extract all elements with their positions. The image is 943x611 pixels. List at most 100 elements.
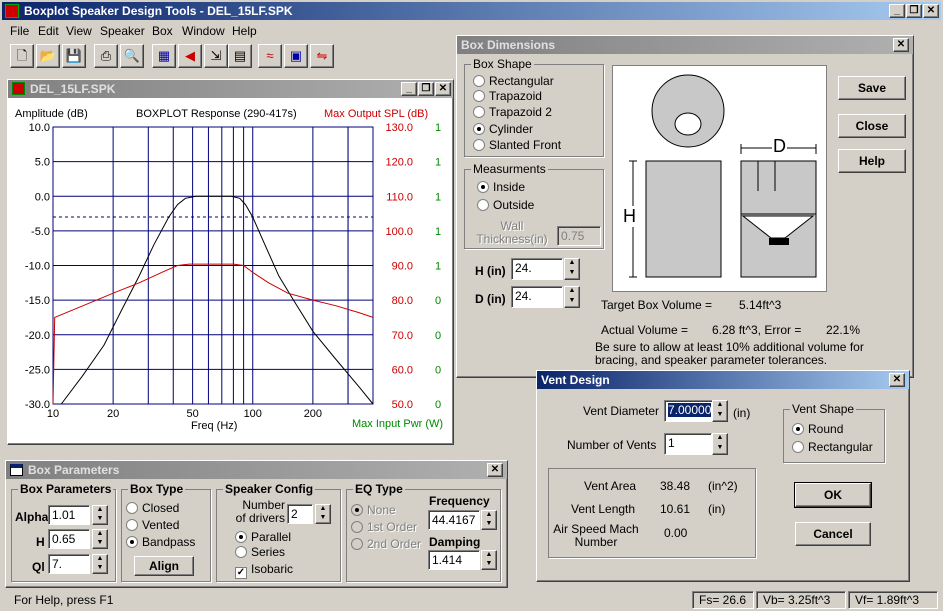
vent-count-spinner[interactable]: ▲ ▼ — [712, 433, 728, 455]
spin-up-icon[interactable]: ▲ — [713, 434, 727, 444]
radio-selected-icon — [351, 504, 363, 516]
meas-inside[interactable]: Inside — [477, 180, 525, 194]
graph-minimize-icon[interactable]: _ — [401, 82, 417, 96]
spin-down-icon[interactable]: ▼ — [482, 520, 496, 529]
speaker-config-group-label: Speaker Config — [223, 482, 316, 496]
box-type-group: Box Type Closed Vented Bandpass Align — [121, 482, 211, 582]
print-icon[interactable]: ⎙ — [94, 44, 118, 68]
ql-spinner[interactable]: ▲ ▼ — [92, 554, 108, 574]
spin-up-icon[interactable]: ▲ — [713, 401, 727, 411]
graph-close-icon[interactable]: ✕ — [435, 82, 451, 96]
damping-spinner[interactable]: ▲ ▼ — [481, 550, 497, 570]
spin-up-icon[interactable]: ▲ — [482, 551, 496, 560]
type-vented[interactable]: Vented — [126, 518, 179, 532]
type-bandpass[interactable]: Bandpass — [126, 535, 195, 549]
frequency-spinner[interactable]: ▲ ▼ — [481, 510, 497, 530]
box-parameters-window-icon[interactable] — [10, 464, 23, 476]
eq-none[interactable]: None — [351, 503, 396, 517]
spin-up-icon[interactable]: ▲ — [316, 505, 330, 514]
crossover-icon[interactable]: ≈ — [258, 44, 282, 68]
spin-down-icon[interactable]: ▼ — [316, 514, 330, 523]
export-icon[interactable]: ⇲ — [204, 44, 228, 68]
speaker-cone-icon[interactable]: ◀ — [178, 44, 202, 68]
menu-window[interactable]: Window — [182, 24, 225, 38]
ql-input[interactable]: 7. — [48, 554, 90, 574]
h-spinner[interactable]: ▲ ▼ — [564, 258, 580, 280]
drivers-input[interactable]: 2 — [287, 504, 313, 524]
d-input[interactable]: 24. — [511, 286, 563, 308]
h-param-spinner[interactable]: ▲ ▼ — [92, 529, 108, 549]
config-series[interactable]: Series — [235, 545, 285, 559]
open-folder-icon[interactable]: 📂 — [36, 44, 60, 68]
vent-diameter-spinner[interactable]: ▲ ▼ — [712, 400, 728, 422]
vent-shape-round[interactable]: Round — [792, 422, 843, 436]
menu-speaker[interactable]: Speaker — [100, 24, 145, 38]
wall-thickness-input[interactable]: 0.75 — [557, 226, 601, 246]
restore-icon[interactable]: ❐ — [906, 4, 922, 18]
meas-outside[interactable]: Outside — [477, 198, 534, 212]
frequency-input[interactable]: 44.4167 — [428, 510, 480, 530]
menu-help[interactable]: Help — [232, 24, 257, 38]
align-button[interactable]: Align — [134, 556, 194, 576]
box-parameters-close-icon[interactable]: ✕ — [487, 463, 503, 477]
spin-down-icon[interactable]: ▼ — [93, 539, 107, 548]
menu-box[interactable]: Box — [152, 24, 173, 38]
spin-up-icon[interactable]: ▲ — [482, 511, 496, 520]
help-button[interactable]: Help — [838, 149, 906, 173]
spin-down-icon[interactable]: ▼ — [713, 411, 727, 421]
close-button[interactable]: Close — [838, 114, 906, 138]
eq-2nd-order[interactable]: 2nd Order — [351, 537, 421, 551]
filter-icon[interactable]: ⇋ — [310, 44, 334, 68]
ok-button[interactable]: OK — [794, 482, 872, 508]
spin-down-icon[interactable]: ▼ — [482, 560, 496, 569]
box-dimensions-close-icon[interactable]: ✕ — [893, 38, 909, 52]
graph-window-icon[interactable] — [12, 82, 25, 95]
menu-edit[interactable]: Edit — [38, 24, 59, 38]
h-param-input[interactable]: 0.65 — [48, 529, 90, 549]
save-disk-icon[interactable]: 💾 — [62, 44, 86, 68]
cancel-button[interactable]: Cancel — [795, 522, 871, 546]
menu-file[interactable]: File — [10, 24, 29, 38]
type-closed[interactable]: Closed — [126, 501, 179, 515]
vent-close-icon[interactable]: ✕ — [889, 373, 905, 387]
print-preview-icon[interactable]: 🔍 — [120, 44, 144, 68]
spin-down-icon[interactable]: ▼ — [713, 444, 727, 454]
alpha-spinner[interactable]: ▲ ▼ — [92, 505, 108, 525]
save-button[interactable]: Save — [838, 76, 906, 100]
speaker-params-icon[interactable]: ▦ — [152, 44, 176, 68]
vent-shape-rectangular[interactable]: Rectangular — [792, 440, 873, 454]
d-spinner[interactable]: ▲ ▼ — [564, 286, 580, 308]
spin-up-icon[interactable]: ▲ — [93, 506, 107, 515]
spin-up-icon[interactable]: ▲ — [565, 287, 579, 297]
spin-down-icon[interactable]: ▼ — [565, 297, 579, 307]
spin-down-icon[interactable]: ▼ — [93, 515, 107, 524]
close-icon[interactable]: ✕ — [923, 4, 939, 18]
spin-up-icon[interactable]: ▲ — [93, 530, 107, 539]
h-input[interactable]: 24. — [511, 258, 563, 280]
box-design-icon[interactable]: ▣ — [284, 44, 308, 68]
spin-up-icon[interactable]: ▲ — [93, 555, 107, 564]
app-icon[interactable] — [5, 4, 19, 18]
minimize-icon[interactable]: _ — [889, 4, 905, 18]
shape-rectangular[interactable]: Rectangular — [473, 74, 554, 88]
shape-slanted-front[interactable]: Slanted Front — [473, 138, 561, 152]
spin-down-icon[interactable]: ▼ — [565, 269, 579, 279]
shape-trapazoid-2[interactable]: Trapazoid 2 — [473, 105, 552, 119]
eq-1st-order[interactable]: 1st Order — [351, 520, 417, 534]
menu-view[interactable]: View — [66, 24, 92, 38]
isobaric-checkbox[interactable]: ✓ Isobaric — [235, 562, 293, 579]
shape-cylinder[interactable]: Cylinder — [473, 122, 533, 136]
new-file-icon[interactable]: 🗋 — [10, 44, 34, 68]
spin-up-icon[interactable]: ▲ — [565, 259, 579, 269]
graph-restore-icon[interactable]: ❐ — [418, 82, 434, 96]
alpha-input[interactable]: 1.01 — [48, 505, 90, 525]
spin-down-icon[interactable]: ▼ — [93, 564, 107, 573]
vent-count-input[interactable]: 1 — [664, 433, 712, 455]
shape-trapazoid[interactable]: Trapazoid — [473, 89, 542, 103]
box-parameters-window: Box Parameters ✕ Box Parameters Alpha 1.… — [5, 460, 508, 588]
table-icon[interactable]: ▤ — [228, 44, 252, 68]
damping-input[interactable]: 1.414 — [428, 550, 480, 570]
drivers-spinner[interactable]: ▲ ▼ — [315, 504, 331, 524]
vent-diameter-input[interactable]: 7.00000 — [664, 400, 718, 422]
config-parallel[interactable]: Parallel — [235, 530, 291, 544]
